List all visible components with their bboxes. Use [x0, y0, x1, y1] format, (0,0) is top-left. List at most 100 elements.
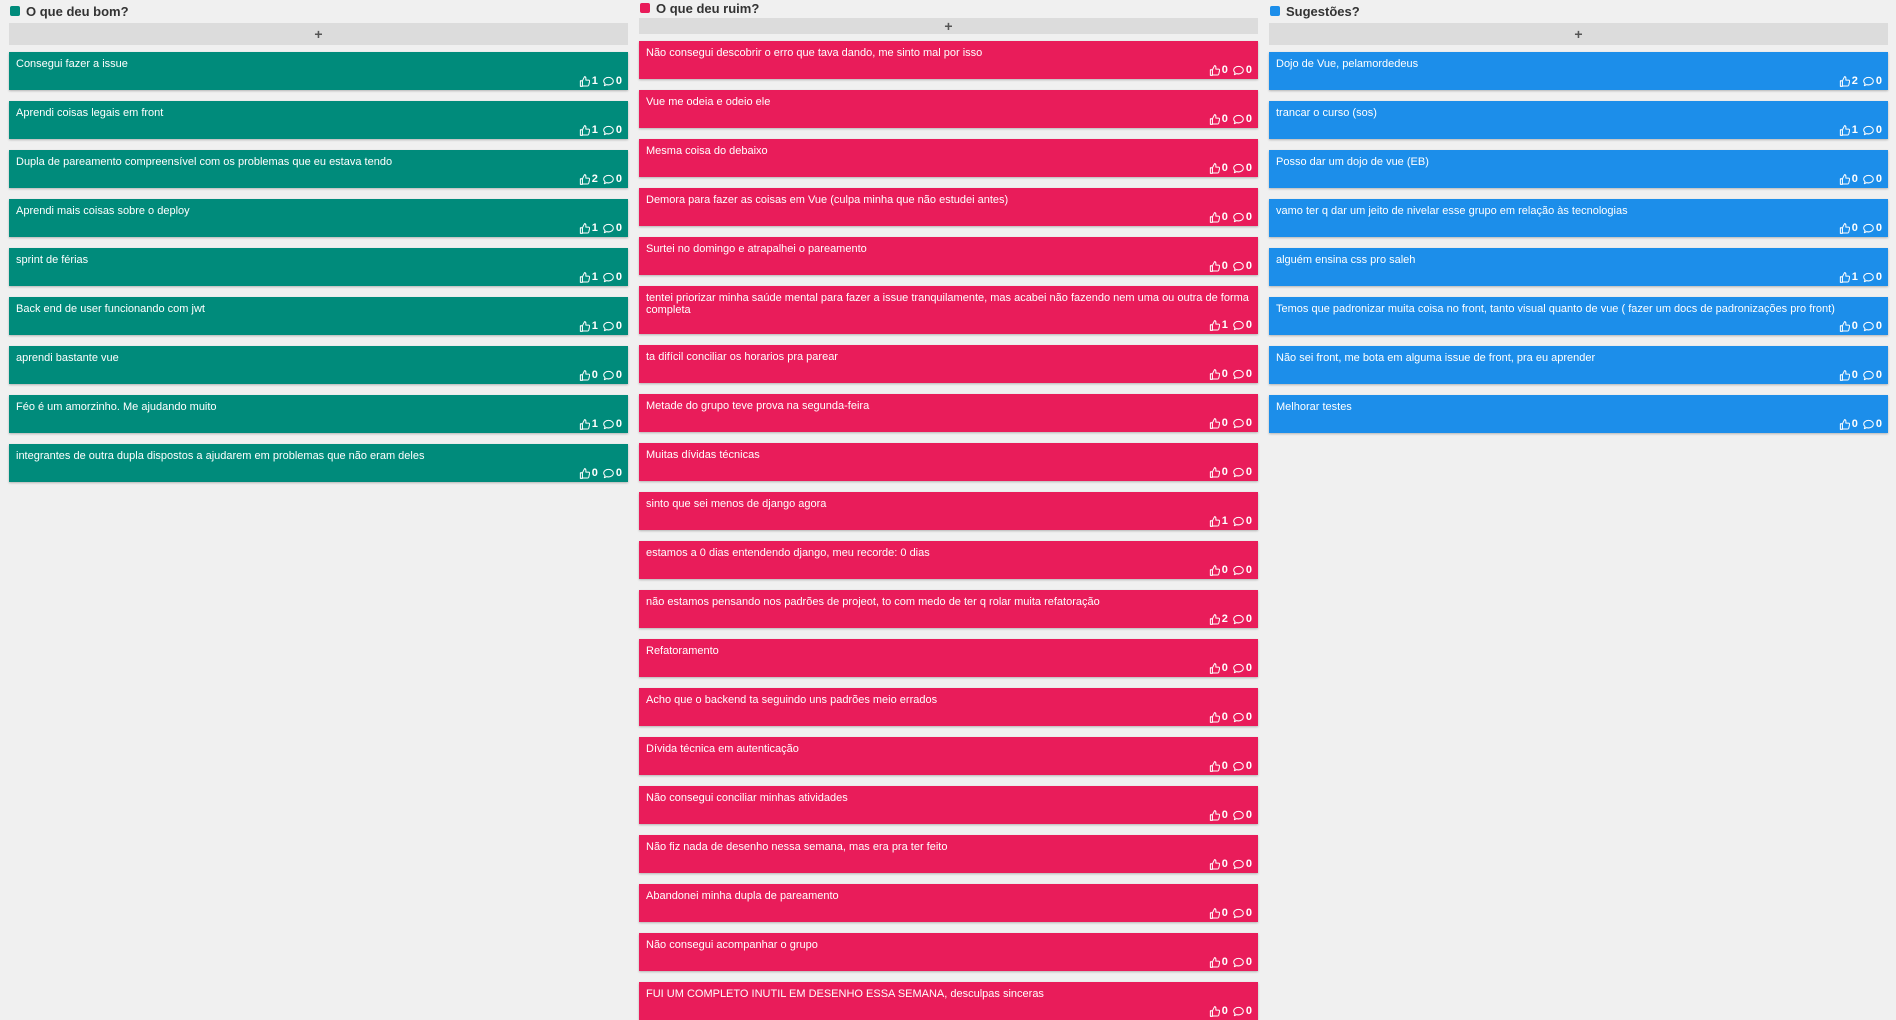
comment-icon[interactable] [1233, 663, 1244, 674]
retro-card[interactable]: sinto que sei menos de django agora 1 0 [639, 492, 1258, 530]
thumbs-up-icon[interactable] [1209, 162, 1220, 174]
comment-icon[interactable] [1863, 76, 1874, 87]
comment-icon[interactable] [603, 370, 614, 381]
thumbs-up-icon[interactable] [1209, 564, 1220, 576]
comment-icon[interactable] [1233, 810, 1244, 821]
thumbs-up-icon[interactable] [1209, 662, 1220, 674]
thumbs-up-icon[interactable] [1209, 956, 1220, 968]
thumbs-up-icon[interactable] [1209, 260, 1220, 272]
comment-icon[interactable] [603, 272, 614, 283]
comment-icon[interactable] [603, 223, 614, 234]
add-card-button[interactable]: + [639, 17, 1258, 34]
retro-card[interactable]: Muitas dívidas técnicas 0 0 [639, 443, 1258, 481]
retro-card[interactable]: Demora para fazer as coisas em Vue (culp… [639, 188, 1258, 226]
comment-icon[interactable] [1233, 712, 1244, 723]
comment-icon[interactable] [1233, 614, 1244, 625]
thumbs-up-icon[interactable] [1839, 369, 1850, 381]
thumbs-up-icon[interactable] [1209, 760, 1220, 772]
thumbs-up-icon[interactable] [579, 124, 590, 136]
retro-card[interactable]: não estamos pensando nos padrões de proj… [639, 590, 1258, 628]
retro-card[interactable]: tentei priorizar minha saúde mental para… [639, 286, 1258, 334]
thumbs-up-icon[interactable] [1209, 907, 1220, 919]
comment-icon[interactable] [1233, 908, 1244, 919]
add-card-button[interactable]: + [9, 23, 628, 45]
retro-card[interactable]: Vue me odeia e odeio ele 0 0 [639, 90, 1258, 128]
retro-card[interactable]: Back end de user funcionando com jwt 1 0 [9, 297, 628, 335]
thumbs-up-icon[interactable] [579, 173, 590, 185]
thumbs-up-icon[interactable] [579, 418, 590, 430]
comment-icon[interactable] [603, 125, 614, 136]
thumbs-up-icon[interactable] [1209, 113, 1220, 125]
comment-icon[interactable] [1863, 419, 1874, 430]
retro-card[interactable]: Mesma coisa do debaixo 0 0 [639, 139, 1258, 177]
retro-card[interactable]: trancar o curso (sos) 1 0 [1269, 101, 1888, 139]
retro-card[interactable]: Melhorar testes 0 0 [1269, 395, 1888, 433]
thumbs-up-icon[interactable] [579, 75, 590, 87]
retro-card[interactable]: Abandonei minha dupla de pareamento 0 0 [639, 884, 1258, 922]
retro-card[interactable]: Posso dar um dojo de vue (EB) 0 0 [1269, 150, 1888, 188]
retro-card[interactable]: Dojo de Vue, pelamordedeus 2 0 [1269, 52, 1888, 90]
retro-card[interactable]: Refatoramento 0 0 [639, 639, 1258, 677]
thumbs-up-icon[interactable] [579, 467, 590, 479]
thumbs-up-icon[interactable] [1839, 173, 1850, 185]
comment-icon[interactable] [1863, 370, 1874, 381]
thumbs-up-icon[interactable] [1209, 711, 1220, 723]
thumbs-up-icon[interactable] [1209, 515, 1220, 527]
comment-icon[interactable] [603, 419, 614, 430]
thumbs-up-icon[interactable] [1209, 1005, 1220, 1017]
retro-card[interactable]: Aprendi mais coisas sobre o deploy 1 0 [9, 199, 628, 237]
comment-icon[interactable] [1863, 223, 1874, 234]
retro-card[interactable]: Temos que padronizar muita coisa no fron… [1269, 297, 1888, 335]
thumbs-up-icon[interactable] [1209, 417, 1220, 429]
thumbs-up-icon[interactable] [1209, 858, 1220, 870]
comment-icon[interactable] [1233, 516, 1244, 527]
retro-card[interactable]: estamos a 0 dias entendendo django, meu … [639, 541, 1258, 579]
thumbs-up-icon[interactable] [1839, 75, 1850, 87]
thumbs-up-icon[interactable] [579, 369, 590, 381]
thumbs-up-icon[interactable] [1209, 368, 1220, 380]
thumbs-up-icon[interactable] [1209, 319, 1220, 331]
retro-card[interactable]: FUI UM COMPLETO INUTIL EM DESENHO ESSA S… [639, 982, 1258, 1020]
thumbs-up-icon[interactable] [579, 320, 590, 332]
comment-icon[interactable] [1233, 565, 1244, 576]
retro-card[interactable]: Dupla de pareamento compreensível com os… [9, 150, 628, 188]
retro-card[interactable]: Não consegui acompanhar o grupo 0 0 [639, 933, 1258, 971]
retro-card[interactable]: Dívida técnica em autenticação 0 0 [639, 737, 1258, 775]
thumbs-up-icon[interactable] [1839, 320, 1850, 332]
retro-card[interactable]: Metade do grupo teve prova na segunda-fe… [639, 394, 1258, 432]
comment-icon[interactable] [1233, 320, 1244, 331]
retro-card[interactable]: Féo é um amorzinho. Me ajudando muito 1 0 [9, 395, 628, 433]
retro-card[interactable]: Acho que o backend ta seguindo uns padrõ… [639, 688, 1258, 726]
comment-icon[interactable] [1233, 212, 1244, 223]
comment-icon[interactable] [603, 76, 614, 87]
retro-card[interactable]: sprint de férias 1 0 [9, 248, 628, 286]
thumbs-up-icon[interactable] [1209, 466, 1220, 478]
retro-card[interactable]: Não sei front, me bota em alguma issue d… [1269, 346, 1888, 384]
add-card-button[interactable]: + [1269, 23, 1888, 45]
retro-card[interactable]: Não fiz nada de desenho nessa semana, ma… [639, 835, 1258, 873]
thumbs-up-icon[interactable] [1209, 64, 1220, 76]
comment-icon[interactable] [1233, 957, 1244, 968]
retro-card[interactable]: integrantes de outra dupla dispostos a a… [9, 444, 628, 482]
comment-icon[interactable] [1233, 369, 1244, 380]
comment-icon[interactable] [1233, 467, 1244, 478]
thumbs-up-icon[interactable] [1839, 222, 1850, 234]
retro-card[interactable]: aprendi bastante vue 0 0 [9, 346, 628, 384]
comment-icon[interactable] [1233, 859, 1244, 870]
thumbs-up-icon[interactable] [1209, 211, 1220, 223]
comment-icon[interactable] [603, 468, 614, 479]
comment-icon[interactable] [603, 321, 614, 332]
comment-icon[interactable] [1863, 321, 1874, 332]
comment-icon[interactable] [1233, 761, 1244, 772]
comment-icon[interactable] [1863, 125, 1874, 136]
thumbs-up-icon[interactable] [579, 222, 590, 234]
retro-card[interactable]: Aprendi coisas legais em front 1 0 [9, 101, 628, 139]
comment-icon[interactable] [1233, 65, 1244, 76]
retro-card[interactable]: vamo ter q dar um jeito de nivelar esse … [1269, 199, 1888, 237]
comment-icon[interactable] [1233, 114, 1244, 125]
comment-icon[interactable] [1233, 261, 1244, 272]
comment-icon[interactable] [603, 174, 614, 185]
retro-card[interactable]: Não consegui conciliar minhas atividades… [639, 786, 1258, 824]
retro-card[interactable]: Surtei no domingo e atrapalhei o pareame… [639, 237, 1258, 275]
thumbs-up-icon[interactable] [1209, 613, 1220, 625]
